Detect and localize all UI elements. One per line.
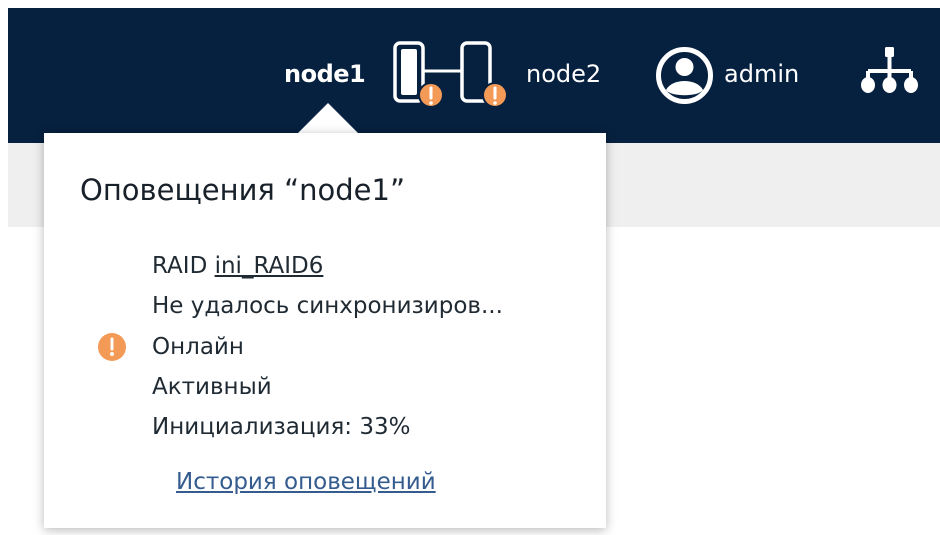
node1-selector[interactable]: node1	[284, 60, 366, 88]
raid-link[interactable]: ini_RAID6	[215, 253, 324, 279]
initialization-progress: Инициализация: 33%	[152, 414, 411, 440]
popup-arrow	[296, 103, 360, 135]
raid-row: RAID ini_RAID6	[152, 253, 323, 279]
status-text: Онлайн	[152, 334, 244, 360]
popup-title: Оповещения “node1”	[80, 173, 405, 207]
raid-prefix: RAID	[152, 253, 208, 279]
user-icon[interactable]	[656, 47, 713, 104]
warning-icon	[98, 333, 126, 361]
user-menu-label[interactable]: admin	[724, 60, 799, 88]
cluster-status-icon[interactable]	[388, 40, 518, 115]
node2-selector[interactable]: node2	[526, 60, 601, 88]
node1-warning-icon	[393, 41, 444, 108]
notifications-popup: Оповещения “node1” RAID ini_RAID6 Не уда…	[44, 133, 606, 528]
state-text: Активный	[152, 374, 272, 400]
node2-warning-icon	[460, 41, 508, 108]
history-link[interactable]: История оповещений	[176, 469, 436, 495]
network-icon[interactable]	[858, 47, 920, 103]
sync-message: Не удалось синхронизиров...	[152, 293, 503, 319]
